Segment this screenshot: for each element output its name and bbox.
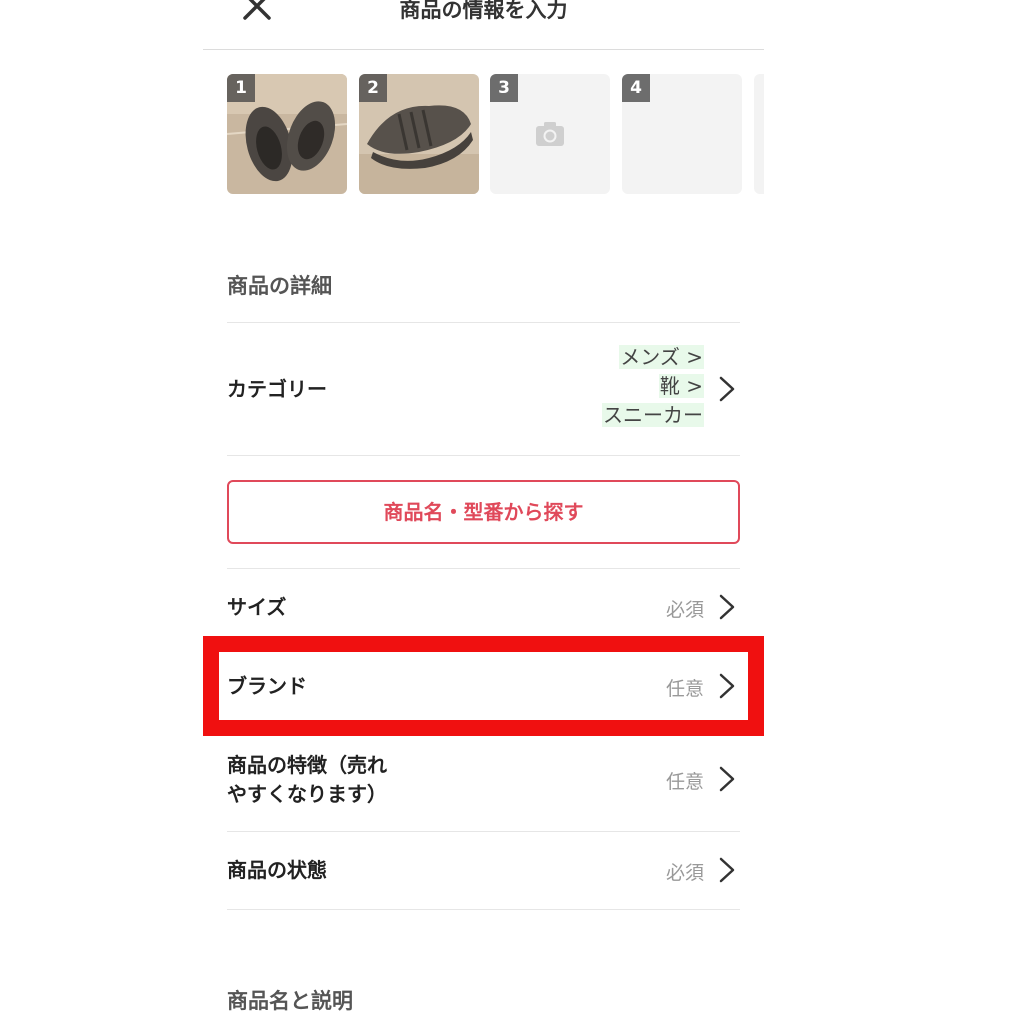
condition-required-badge: 必須 (665, 862, 704, 884)
page-title: 商品の情報を入力 (399, 0, 568, 22)
photo-slot-1[interactable]: 1 (227, 74, 347, 194)
name-description-section-title: 商品名と説明 (227, 989, 353, 1013)
category-level-1: メンズ > (619, 345, 704, 369)
divider (227, 455, 740, 456)
category-level-2: 靴 > (658, 374, 704, 398)
condition-label: 商品の状態 (227, 858, 327, 882)
chevron-right-icon (718, 765, 736, 793)
features-label-line1: 商品の特徴（売れ (227, 753, 387, 777)
features-optional-badge: 任意 (665, 771, 704, 793)
chevron-right-icon (718, 856, 736, 884)
category-label: カテゴリー (227, 377, 327, 401)
chevron-right-icon (718, 593, 736, 621)
size-required-badge: 必須 (665, 599, 704, 621)
photo-strip[interactable]: 1 2 3 4 (227, 74, 764, 194)
chevron-right-icon (718, 672, 736, 700)
search-by-name-button[interactable]: 商品名・型番から探す (227, 480, 740, 544)
category-values: メンズ > 靴 > スニーカー (602, 343, 704, 430)
photo-number: 4 (622, 74, 650, 102)
brand-optional-badge: 任意 (665, 678, 704, 700)
photo-slot-2[interactable]: 2 (359, 74, 479, 194)
photo-number: 3 (490, 74, 518, 102)
features-row[interactable]: 商品の特徴（売れ やすくなります） 任意 (227, 736, 740, 831)
photo-slot-4[interactable]: 4 (622, 74, 742, 194)
photo-slot-5[interactable] (754, 74, 764, 194)
divider (227, 909, 740, 910)
chevron-right-icon (718, 375, 736, 403)
category-row[interactable]: カテゴリー メンズ > 靴 > スニーカー (227, 323, 740, 455)
category-level-3: スニーカー (602, 403, 704, 427)
size-row[interactable]: サイズ 必須 (227, 569, 740, 647)
photo-number: 1 (227, 74, 255, 102)
header-bar: 商品の情報を入力 (203, 0, 764, 50)
size-label: サイズ (227, 595, 287, 619)
brand-row[interactable]: ブランド 任意 (227, 652, 740, 720)
brand-label: ブランド (227, 674, 307, 698)
photo-slot-3[interactable]: 3 (490, 74, 610, 194)
condition-row[interactable]: 商品の状態 必須 (227, 832, 740, 909)
details-section-title: 商品の詳細 (227, 274, 332, 298)
features-label-line2: やすくなります） (227, 782, 387, 806)
camera-icon (536, 122, 564, 146)
photo-number: 2 (359, 74, 387, 102)
